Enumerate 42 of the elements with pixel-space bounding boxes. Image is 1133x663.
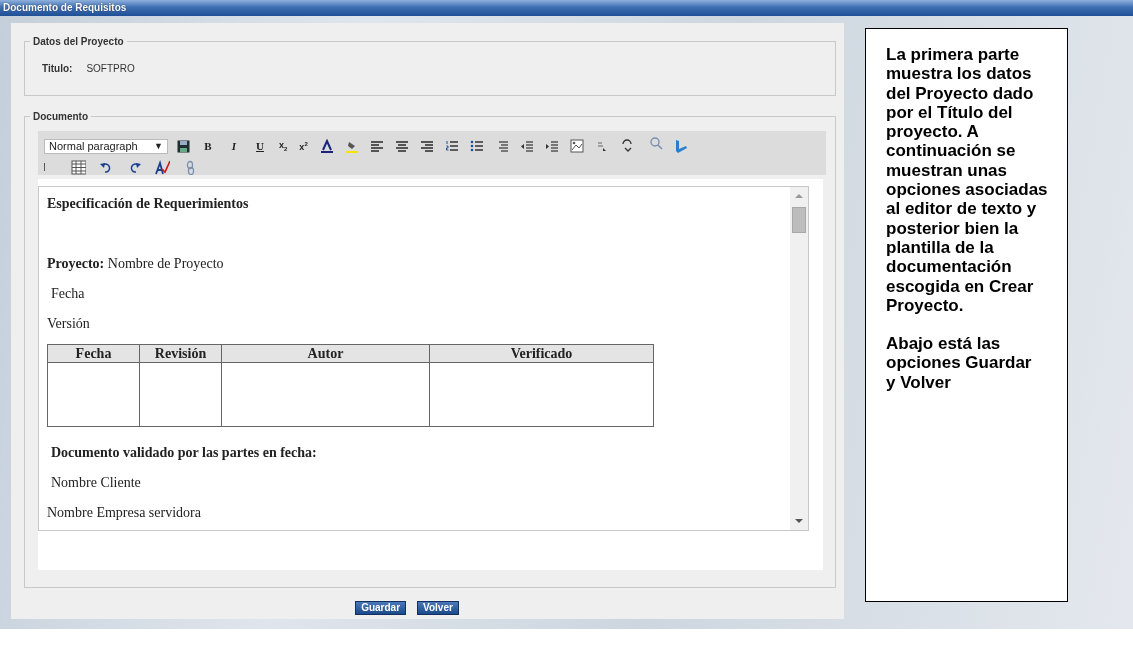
bold-button[interactable]: B	[201, 139, 215, 153]
annotation-text: La primera parte muestra los datos del Proyecto dado por el Título del proyecto. A continuación se muestran unas opciones asociadas al editor de texto y posterior bien la plantilla de la documentación escogida en Crear Proyecto.	[886, 45, 1049, 316]
indent-icon[interactable]	[544, 139, 559, 153]
save-button[interactable]: Guardar	[355, 601, 407, 615]
numbered-list-icon[interactable]	[444, 139, 459, 153]
column-header: Autor	[221, 344, 430, 363]
spell-check-icon[interactable]	[155, 159, 170, 175]
document-heading: Especificación de Requerimientos	[47, 196, 250, 212]
document-paragraph: Nombre Empresa servidora	[47, 505, 202, 521]
scrollbar-thumb[interactable]	[792, 207, 806, 233]
section-legend: Documento	[30, 110, 91, 123]
document-paragraph: Versión	[47, 316, 91, 332]
document-paragraph: Proyecto: Nombre de Proyecto	[47, 256, 225, 272]
align-center-icon[interactable]	[394, 139, 409, 153]
field-label: Titulo:	[42, 63, 73, 74]
align-right-icon[interactable]	[419, 139, 434, 153]
annotation-text: Abajo está las opciones Guardar y Volver	[886, 334, 1033, 393]
document-heading: Documento validado por las partes en fecha:	[50, 445, 318, 461]
image-icon[interactable]	[569, 139, 584, 153]
font-color-icon[interactable]	[319, 139, 334, 153]
save-icon[interactable]	[177, 139, 190, 153]
document-paragraph: Nombre Cliente	[50, 475, 142, 491]
scroll-down-icon[interactable]	[795, 519, 803, 523]
back-button[interactable]: Volver	[417, 601, 459, 615]
window-title: Documento de Requisitos	[3, 2, 127, 13]
document-paragraph: Fecha	[50, 286, 86, 302]
column-header: Revisión	[139, 344, 222, 363]
column-header: Verificado	[429, 344, 654, 363]
field-value: SOFTPRO	[86, 63, 135, 74]
italic-button[interactable]: I	[227, 139, 241, 153]
align-left-icon[interactable]	[369, 139, 384, 153]
bullet-list-icon[interactable]	[469, 139, 484, 153]
table-icon[interactable]	[71, 159, 86, 175]
column-header: Fecha	[47, 344, 140, 363]
section-legend: Datos del Proyecto	[30, 35, 127, 48]
superscript-button[interactable]: x$^{2}$	[299, 140, 308, 152]
outdent-icon[interactable]	[519, 139, 534, 153]
toolbar-separator	[44, 163, 45, 171]
paragraph-style-dropdown[interactable]: Normal paragraph ▼	[44, 138, 168, 154]
subscript-button[interactable]: x$_{2}$	[279, 140, 288, 152]
underline-button[interactable]: U	[253, 139, 267, 153]
highlight-icon[interactable]	[344, 139, 359, 153]
